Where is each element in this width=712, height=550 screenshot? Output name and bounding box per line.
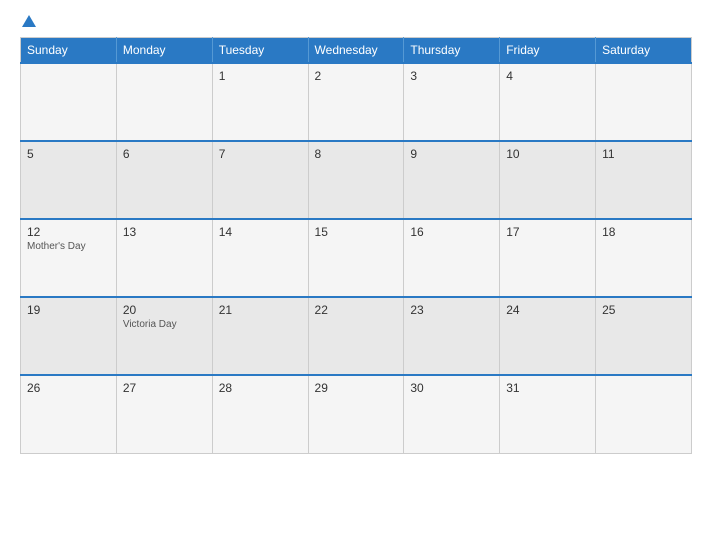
day-number: 10 [506,147,589,161]
day-number: 30 [410,381,493,395]
day-number: 19 [27,303,110,317]
day-number: 5 [27,147,110,161]
day-number: 24 [506,303,589,317]
day-number: 21 [219,303,302,317]
calendar-week-row: 26 27 28 29 30 31 [21,375,692,453]
logo [20,15,36,29]
day-number: 31 [506,381,589,395]
day-of-week-header: Thursday [404,38,500,64]
day-number: 7 [219,147,302,161]
calendar-day-cell: 19 [21,297,117,375]
calendar-day-cell: 15 [308,219,404,297]
day-number: 22 [315,303,398,317]
calendar-day-cell: 22 [308,297,404,375]
day-number: 12 [27,225,110,239]
calendar-day-cell: 18 [596,219,692,297]
day-of-week-header: Saturday [596,38,692,64]
day-number: 27 [123,381,206,395]
day-number: 6 [123,147,206,161]
calendar-day-cell: 6 [116,141,212,219]
calendar-day-cell: 26 [21,375,117,453]
calendar-table: SundayMondayTuesdayWednesdayThursdayFrid… [20,37,692,454]
holiday-label: Victoria Day [123,319,206,330]
day-number: 28 [219,381,302,395]
day-number: 16 [410,225,493,239]
day-number: 29 [315,381,398,395]
calendar-day-cell: 30 [404,375,500,453]
day-of-week-header: Friday [500,38,596,64]
day-number: 18 [602,225,685,239]
calendar-day-cell: 29 [308,375,404,453]
day-number: 25 [602,303,685,317]
calendar-day-cell: 4 [500,63,596,141]
calendar-day-cell: 17 [500,219,596,297]
calendar-day-cell: 27 [116,375,212,453]
day-number: 17 [506,225,589,239]
day-number: 15 [315,225,398,239]
holiday-label: Mother's Day [27,241,110,252]
day-number: 9 [410,147,493,161]
calendar-week-row: 19 20 Victoria Day 21 22 23 24 25 [21,297,692,375]
day-of-week-header: Wednesday [308,38,404,64]
calendar-week-row: 56789 10 11 [21,141,692,219]
calendar-day-cell: 28 [212,375,308,453]
calendar-day-cell: 25 [596,297,692,375]
calendar-day-cell: 11 [596,141,692,219]
day-number: 13 [123,225,206,239]
calendar-day-cell [596,375,692,453]
calendar-day-cell: 7 [212,141,308,219]
day-number: 1 [219,69,302,83]
day-number: 4 [506,69,589,83]
day-number: 8 [315,147,398,161]
day-number: 20 [123,303,206,317]
calendar-day-cell [596,63,692,141]
calendar-header: SundayMondayTuesdayWednesdayThursdayFrid… [21,38,692,64]
day-number: 26 [27,381,110,395]
calendar-day-cell: 14 [212,219,308,297]
calendar-day-cell: 2 [308,63,404,141]
day-number: 2 [315,69,398,83]
days-of-week-row: SundayMondayTuesdayWednesdayThursdayFrid… [21,38,692,64]
day-of-week-header: Sunday [21,38,117,64]
calendar-day-cell: 10 [500,141,596,219]
calendar-day-cell: 21 [212,297,308,375]
calendar-day-cell: 8 [308,141,404,219]
calendar-day-cell: 12 Mother's Day [21,219,117,297]
calendar-day-cell: 23 [404,297,500,375]
calendar-day-cell: 3 [404,63,500,141]
day-number: 14 [219,225,302,239]
day-of-week-header: Tuesday [212,38,308,64]
header [20,15,692,29]
calendar-day-cell: 1 [212,63,308,141]
day-of-week-header: Monday [116,38,212,64]
calendar-day-cell: 9 [404,141,500,219]
calendar-day-cell: 20 Victoria Day [116,297,212,375]
page: SundayMondayTuesdayWednesdayThursdayFrid… [0,0,712,550]
calendar-day-cell: 13 [116,219,212,297]
calendar-day-cell: 5 [21,141,117,219]
day-number: 11 [602,147,685,161]
calendar-day-cell: 24 [500,297,596,375]
day-number: 23 [410,303,493,317]
calendar-day-cell: 16 [404,219,500,297]
logo-triangle-icon [22,15,36,27]
calendar-day-cell: 31 [500,375,596,453]
day-number: 3 [410,69,493,83]
calendar-day-cell [21,63,117,141]
calendar-week-row: 1234 [21,63,692,141]
calendar-body: 123456789101112Mother's Day1314151617181… [21,63,692,453]
calendar-week-row: 12 Mother's Day 13 14 15 16 17 18 [21,219,692,297]
calendar-day-cell [116,63,212,141]
